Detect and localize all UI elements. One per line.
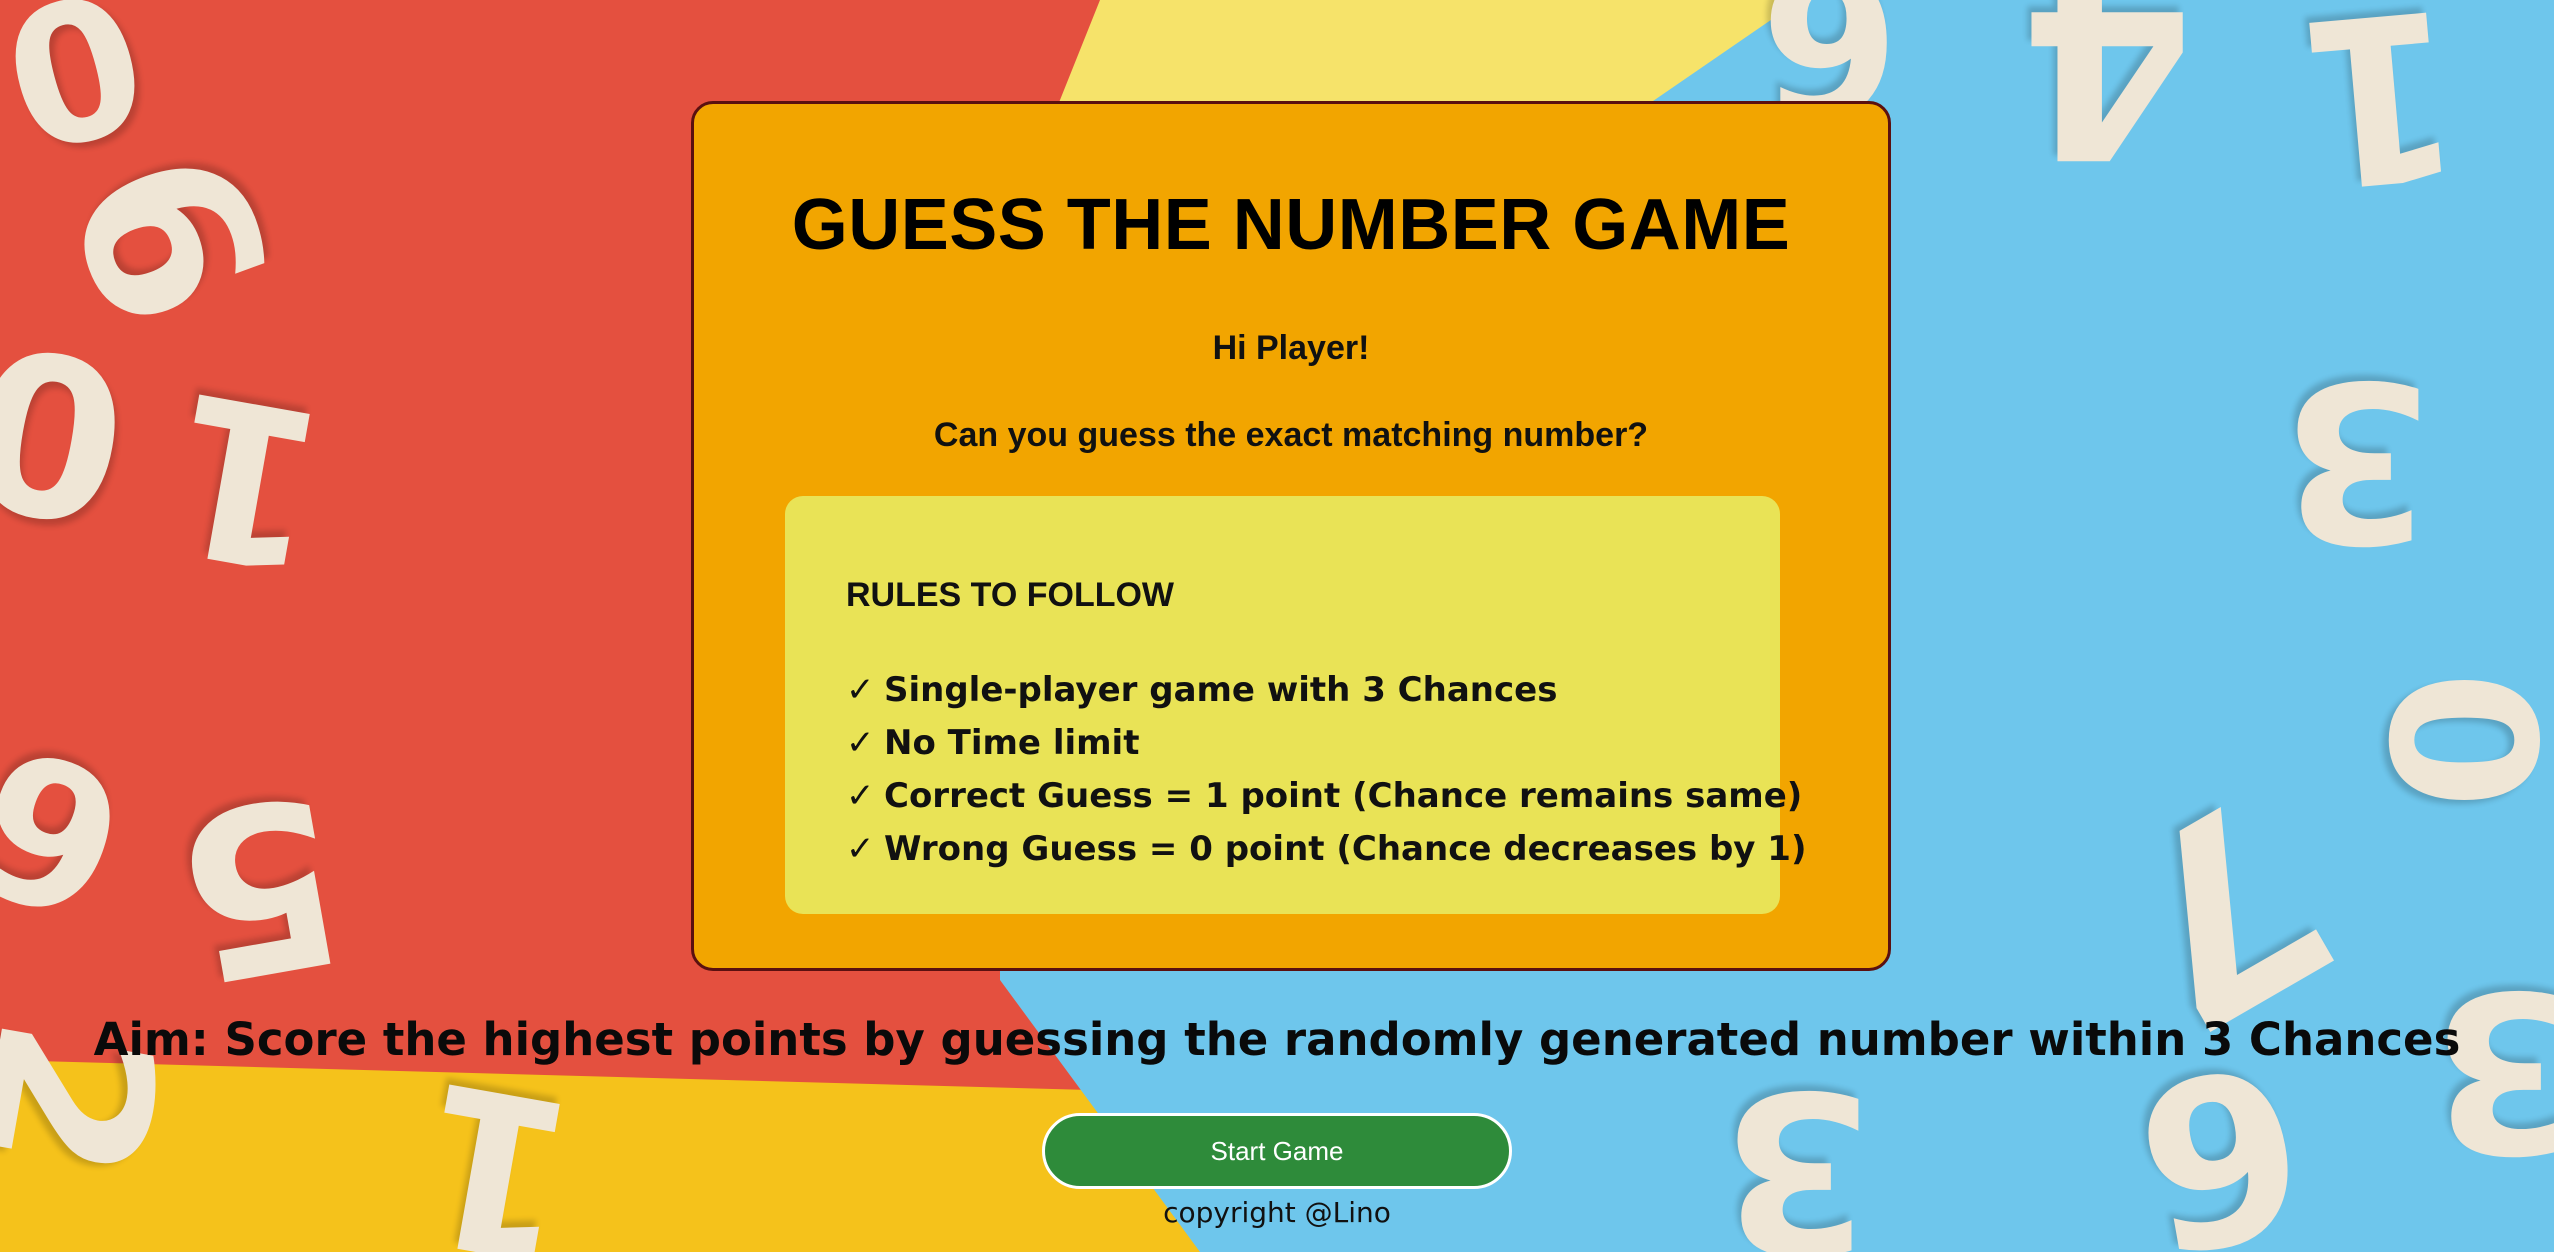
rule-text: No Time limit bbox=[884, 723, 1140, 763]
rule-text: Correct Guess = 1 point (Chance remains … bbox=[884, 776, 1803, 816]
aim-text: Aim: Score the highest points by guessin… bbox=[93, 1013, 2461, 1066]
copyright-text: copyright @Lino bbox=[1163, 1196, 1391, 1229]
rule-item: ✓ Wrong Guess = 0 point (Chance decreases… bbox=[846, 823, 1806, 876]
rules-list: ✓ Single-player game with 3 Chances ✓ No T… bbox=[846, 664, 1806, 876]
start-game-button[interactable]: Start Game bbox=[1042, 1113, 1512, 1189]
question-text: Can you guess the exact matching number? bbox=[933, 416, 1649, 454]
check-icon: ✓ bbox=[846, 829, 875, 869]
intro-card: GUESS THE NUMBER GAME Hi Player! Can you… bbox=[691, 101, 1891, 971]
greeting-text: Hi Player! bbox=[1212, 329, 1370, 367]
rule-item: ✓ Single-player game with 3 Chances bbox=[846, 664, 1806, 717]
rules-heading: RULES TO FOLLOW bbox=[846, 576, 1175, 614]
rules-box: RULES TO FOLLOW ✓ Single-player game with… bbox=[785, 496, 1806, 914]
rule-text: Single-player game with 3 Chances bbox=[884, 670, 1558, 710]
rule-item: ✓ No Time limit bbox=[846, 717, 1806, 770]
rule-text: Wrong Guess = 0 point (Chance decreases … bbox=[884, 829, 1807, 869]
page-title: GUESS THE NUMBER GAME bbox=[791, 185, 1791, 265]
check-icon: ✓ bbox=[846, 723, 875, 763]
rule-item: ✓ Correct Guess = 1 point (Chance remains… bbox=[846, 770, 1806, 823]
check-icon: ✓ bbox=[846, 670, 875, 710]
check-icon: ✓ bbox=[846, 776, 875, 816]
